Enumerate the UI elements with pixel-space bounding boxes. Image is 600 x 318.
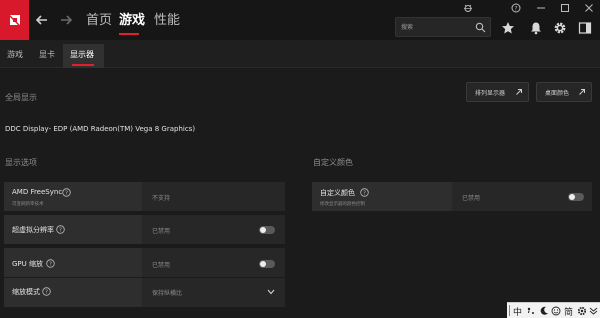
- moon-icon[interactable]: [539, 306, 549, 316]
- rearrange-displays-button[interactable]: 排列显示器: [466, 82, 529, 102]
- freesync-option: AMD FreeSync ? 可变刷新率技术 不支持: [4, 182, 285, 212]
- display-name: DDC Display- EDP (AMD Radeon(TM) Vega 8 …: [5, 125, 196, 133]
- gear-icon[interactable]: [553, 21, 567, 35]
- gpu-scaling-label: GPU 缩放: [12, 260, 43, 268]
- subtab-display[interactable]: 显示器: [70, 49, 94, 60]
- freesync-description: 可变刷新率技术: [12, 202, 44, 207]
- ime-simplified[interactable]: 简: [564, 305, 573, 318]
- help-icon[interactable]: ?: [511, 3, 521, 13]
- amd-logo-icon: [9, 15, 20, 25]
- amd-logo[interactable]: [0, 0, 29, 40]
- custom-color-toggle[interactable]: [568, 193, 584, 201]
- help-circle-icon[interactable]: ?: [360, 188, 369, 197]
- svg-text:?: ?: [65, 191, 68, 197]
- bell-icon[interactable]: [529, 21, 543, 35]
- close-icon[interactable]: [584, 3, 594, 13]
- tab-home[interactable]: 首页: [86, 9, 112, 28]
- scaling-mode-option: 缩放模式 ? 保持纵横比: [4, 278, 285, 308]
- global-display-title: 全局显示: [5, 93, 37, 102]
- external-link-icon: [516, 89, 522, 95]
- star-icon[interactable]: [501, 21, 515, 35]
- ime-divider: [509, 305, 510, 316]
- virtual-super-resolution-option: 超虚拟分辨率 ? 已禁用: [4, 215, 285, 245]
- toggle-knob: [569, 194, 575, 200]
- help-circle-icon[interactable]: ?: [62, 188, 71, 197]
- gear-icon[interactable]: [577, 306, 587, 316]
- ime-more-icon[interactable]: [589, 307, 598, 315]
- desktop-color-button[interactable]: 桌面颜色: [536, 82, 592, 102]
- custom-color-title: 自定义颜色: [313, 158, 353, 167]
- display-options-title: 显示选项: [5, 158, 37, 167]
- active-subtab-indicator: [72, 64, 94, 66]
- subtab-games[interactable]: 游戏: [7, 49, 23, 60]
- vsr-value: 已禁用: [152, 228, 171, 235]
- svg-text:?: ?: [514, 6, 517, 13]
- custom-color-description: 修改显示器的颜色控制: [320, 202, 365, 207]
- ime-toolbar: 中 简: [507, 302, 600, 318]
- vsr-label: 超虚拟分辨率: [12, 226, 54, 234]
- sidebar-toggle-icon[interactable]: [578, 21, 592, 35]
- external-link-icon: [579, 89, 585, 95]
- maximize-icon[interactable]: [560, 3, 570, 13]
- gpu-scaling-value: 已禁用: [152, 262, 171, 269]
- custom-color-value: 已禁用: [462, 195, 481, 202]
- svg-text:?: ?: [49, 262, 52, 268]
- search-input[interactable]: 搜索: [395, 17, 491, 37]
- ime-language[interactable]: 中: [513, 305, 522, 318]
- toggle-knob: [260, 227, 266, 233]
- top-bar: 首页 游戏 性能 ? 搜索: [0, 0, 600, 40]
- desktop-color-label: 桌面颜色: [545, 90, 570, 97]
- scaling-mode-select[interactable]: 保持纵横比: [152, 288, 182, 297]
- vsr-toggle[interactable]: [259, 226, 275, 234]
- gpu-scaling-toggle[interactable]: [259, 260, 275, 268]
- custom-color-option: 自定义颜色 ? 修改显示器的颜色控制 已禁用: [312, 182, 592, 212]
- help-circle-icon[interactable]: ?: [56, 225, 65, 234]
- freesync-value: 不支持: [152, 195, 171, 202]
- custom-color-label: 自定义颜色: [320, 189, 355, 197]
- rearrange-displays-label: 排列显示器: [475, 90, 506, 97]
- search-placeholder: 搜索: [401, 24, 414, 31]
- chevron-down-icon[interactable]: [267, 289, 275, 295]
- toggle-knob: [260, 261, 266, 267]
- active-tab-indicator: [119, 33, 139, 35]
- bug-icon[interactable]: [463, 3, 473, 13]
- svg-text:?: ?: [59, 228, 62, 234]
- subtab-graphics[interactable]: 显卡: [39, 49, 55, 60]
- back-arrow-icon[interactable]: [34, 12, 50, 28]
- tab-games[interactable]: 游戏: [119, 9, 145, 28]
- ime-punctuation-icon[interactable]: [527, 306, 536, 316]
- help-circle-icon[interactable]: ?: [42, 287, 51, 296]
- scaling-mode-label: 缩放模式: [12, 288, 40, 296]
- help-circle-icon[interactable]: ?: [46, 259, 55, 268]
- tab-performance[interactable]: 性能: [154, 9, 180, 28]
- minimize-icon[interactable]: [536, 3, 546, 13]
- emoji-icon[interactable]: [551, 306, 561, 316]
- svg-text:?: ?: [363, 191, 366, 197]
- svg-text:?: ?: [45, 290, 48, 296]
- search-icon[interactable]: [475, 22, 486, 33]
- forward-arrow-icon[interactable]: [58, 12, 74, 28]
- freesync-label: AMD FreeSync: [12, 188, 63, 196]
- gpu-scaling-option: GPU 缩放 ? 已禁用: [4, 248, 285, 278]
